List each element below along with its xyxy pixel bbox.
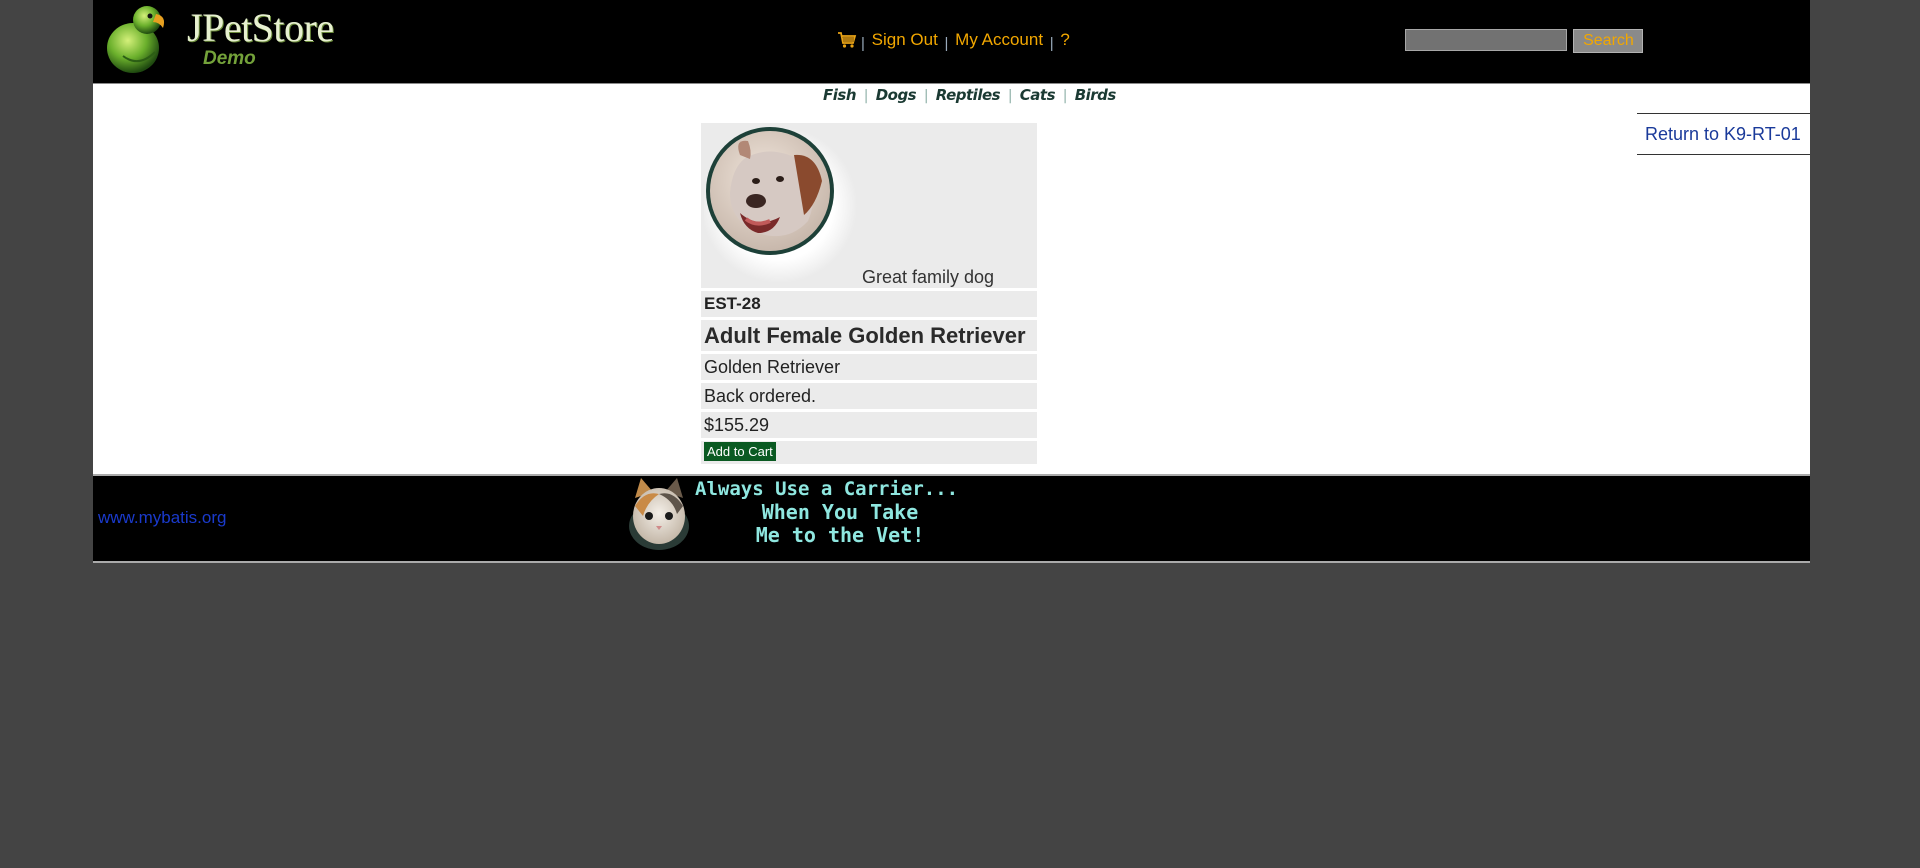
page-container: JPetStore Demo | Sign Out | My Account |… xyxy=(93,0,1810,563)
quick-link-separator: | xyxy=(863,88,869,104)
quick-link-birds[interactable]: Birds xyxy=(1075,86,1117,104)
menu-separator: | xyxy=(944,35,949,52)
quick-link-separator: | xyxy=(1007,88,1013,104)
sign-out-link[interactable]: Sign Out xyxy=(872,30,938,49)
stock-status: Back ordered. xyxy=(701,383,1037,409)
my-account-link[interactable]: My Account xyxy=(955,30,1043,49)
quick-link-separator: | xyxy=(923,88,929,104)
quick-link-separator: | xyxy=(1062,88,1068,104)
quick-link-cats[interactable]: Cats xyxy=(1020,86,1056,104)
menu-separator: | xyxy=(861,35,865,52)
logo[interactable]: JPetStore Demo xyxy=(103,2,363,73)
menu-separator: | xyxy=(1049,35,1054,52)
mybatis-link[interactable]: www.mybatis.org xyxy=(98,508,226,528)
help-link[interactable]: ? xyxy=(1060,30,1069,49)
logo-subtitle: Demo xyxy=(203,48,256,69)
item-details-table: Great family dog EST-28 Adult Female Gol… xyxy=(701,123,1037,467)
main-menu: | Sign Out | My Account | ? xyxy=(837,30,1070,56)
search-form: Search xyxy=(1405,29,1644,53)
add-to-cart-button[interactable]: Add to Cart xyxy=(704,442,776,461)
return-link-box: Return to K9-RT-01 xyxy=(1637,113,1810,155)
category-quick-links: Fish | Dogs | Reptiles | Cats | Birds xyxy=(823,86,1116,108)
quick-link-dogs[interactable]: Dogs xyxy=(876,86,917,104)
item-description: Great family dog xyxy=(862,267,995,287)
banner-text: Always Use a Carrier... When You Take Me… xyxy=(695,478,985,547)
header: JPetStore Demo | Sign Out | My Account |… xyxy=(93,0,1810,84)
banner-line-3: Me to the Vet! xyxy=(755,523,925,547)
logo-title: JPetStore xyxy=(187,5,334,50)
cat-photo xyxy=(629,478,689,550)
cart-icon[interactable] xyxy=(837,31,857,54)
item-price: $155.29 xyxy=(701,412,1037,438)
search-input[interactable] xyxy=(1405,29,1567,51)
item-name: Adult Female Golden Retriever xyxy=(701,320,1037,351)
parrot-logo-icon xyxy=(107,6,165,73)
return-to-product-link[interactable]: Return to K9-RT-01 xyxy=(1645,124,1801,144)
dog-photo xyxy=(704,127,857,283)
footer: www.mybatis.org Always Use a Carrier... … xyxy=(93,474,1810,563)
quick-link-fish[interactable]: Fish xyxy=(823,86,857,104)
add-to-cart-cell: Add to Cart xyxy=(701,441,1037,464)
banner-line-2: When You Take xyxy=(761,500,919,524)
search-button[interactable]: Search xyxy=(1573,29,1644,53)
item-id: EST-28 xyxy=(701,291,1037,317)
product-name: Golden Retriever xyxy=(701,354,1037,380)
banner-line-1: Always Use a Carrier... xyxy=(695,478,959,500)
item-image-cell: Great family dog xyxy=(701,123,1037,288)
footer-banner[interactable]: Always Use a Carrier... When You Take Me… xyxy=(625,476,975,554)
quick-link-reptiles[interactable]: Reptiles xyxy=(936,86,1001,104)
